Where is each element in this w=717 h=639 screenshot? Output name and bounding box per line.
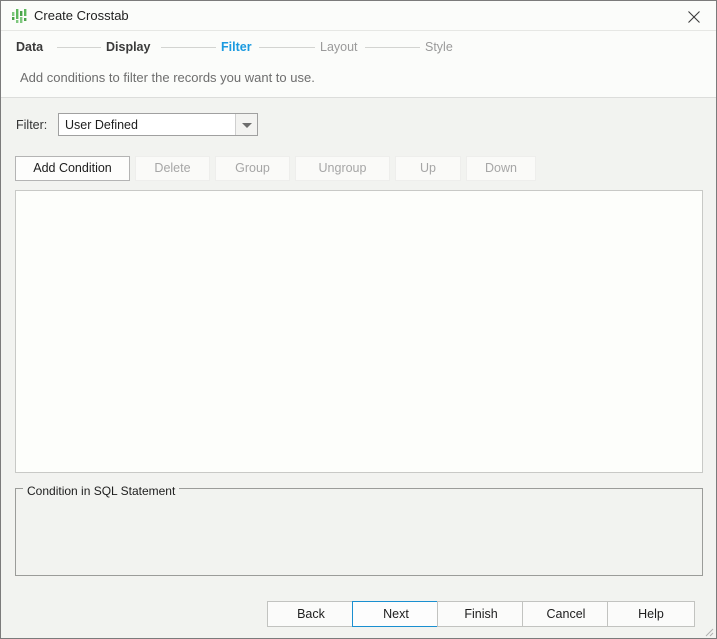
condition-list[interactable] — [15, 190, 703, 473]
filter-select[interactable]: User Defined — [58, 113, 258, 136]
add-condition-button[interactable]: Add Condition — [15, 156, 130, 181]
back-button[interactable]: Back — [267, 601, 355, 627]
step-style[interactable]: Style — [425, 40, 453, 54]
help-button[interactable]: Help — [607, 601, 695, 627]
step-layout[interactable]: Layout — [320, 40, 358, 54]
ungroup-button: Ungroup — [295, 156, 390, 181]
delete-button: Delete — [135, 156, 210, 181]
crosstab-bars-icon — [11, 8, 28, 24]
next-button[interactable]: Next — [352, 601, 440, 627]
sql-statement-panel[interactable] — [15, 488, 703, 576]
chevron-down-icon — [242, 123, 252, 128]
up-button: Up — [395, 156, 461, 181]
description-area: Add conditions to filter the records you… — [1, 58, 716, 98]
finish-button[interactable]: Finish — [437, 601, 525, 627]
step-data[interactable]: Data — [16, 40, 43, 54]
step-display[interactable]: Display — [106, 40, 150, 54]
step-filter[interactable]: Filter — [221, 40, 252, 54]
filter-select-arrow-box[interactable] — [235, 114, 257, 135]
wizard-stepper: Data Display Filter Layout Style — [1, 31, 716, 58]
title-bar: Create Crosstab — [1, 1, 716, 31]
stepper-connector-2 — [259, 47, 315, 48]
resize-grip[interactable] — [702, 624, 714, 637]
page-description: Add conditions to filter the records you… — [20, 70, 315, 85]
down-button: Down — [466, 156, 536, 181]
sql-statement-legend: Condition in SQL Statement — [27, 484, 176, 498]
close-button[interactable] — [672, 1, 716, 30]
filter-label: Filter: — [16, 118, 48, 132]
create-crosstab-dialog: Create Crosstab Data Display Filter Layout S… — [0, 0, 717, 639]
stepper-connector-0 — [57, 47, 101, 48]
stepper-connector-3 — [365, 47, 420, 48]
cancel-button[interactable]: Cancel — [522, 601, 610, 627]
window-title: Create Crosstab — [34, 8, 129, 23]
group-button: Group — [215, 156, 290, 181]
sql-statement-legend-wrap: Condition in SQL Statement — [23, 482, 180, 498]
filter-select-value: User Defined — [65, 118, 138, 132]
stepper-connector-1 — [161, 47, 216, 48]
